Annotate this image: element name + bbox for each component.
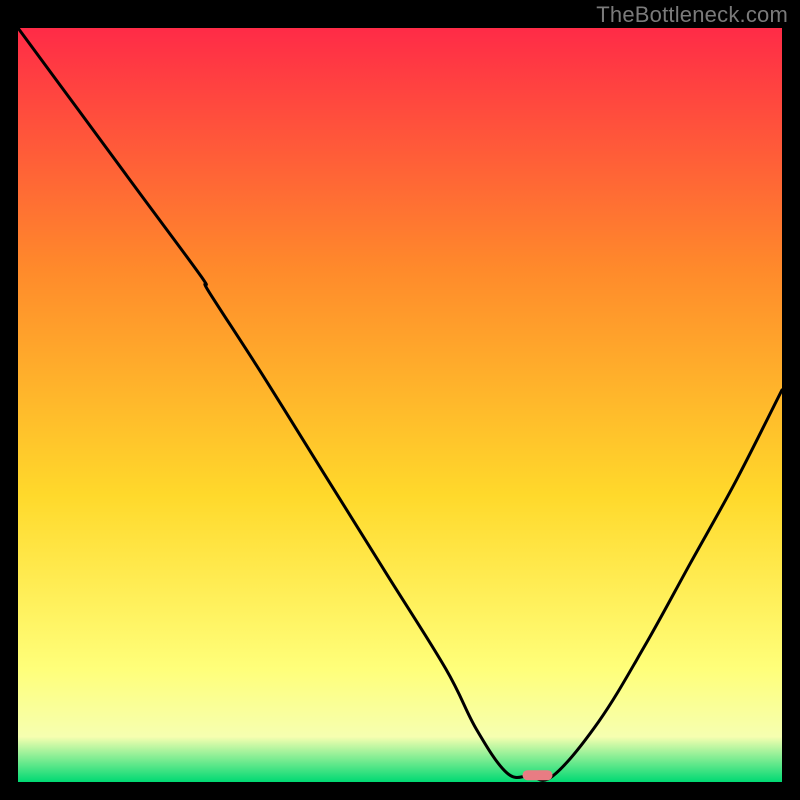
watermark-text: TheBottleneck.com [596, 2, 788, 28]
optimal-marker [523, 770, 553, 780]
chart-background [18, 28, 782, 782]
bottleneck-chart [18, 28, 782, 782]
chart-frame: TheBottleneck.com [0, 0, 800, 800]
chart-svg [18, 28, 782, 782]
